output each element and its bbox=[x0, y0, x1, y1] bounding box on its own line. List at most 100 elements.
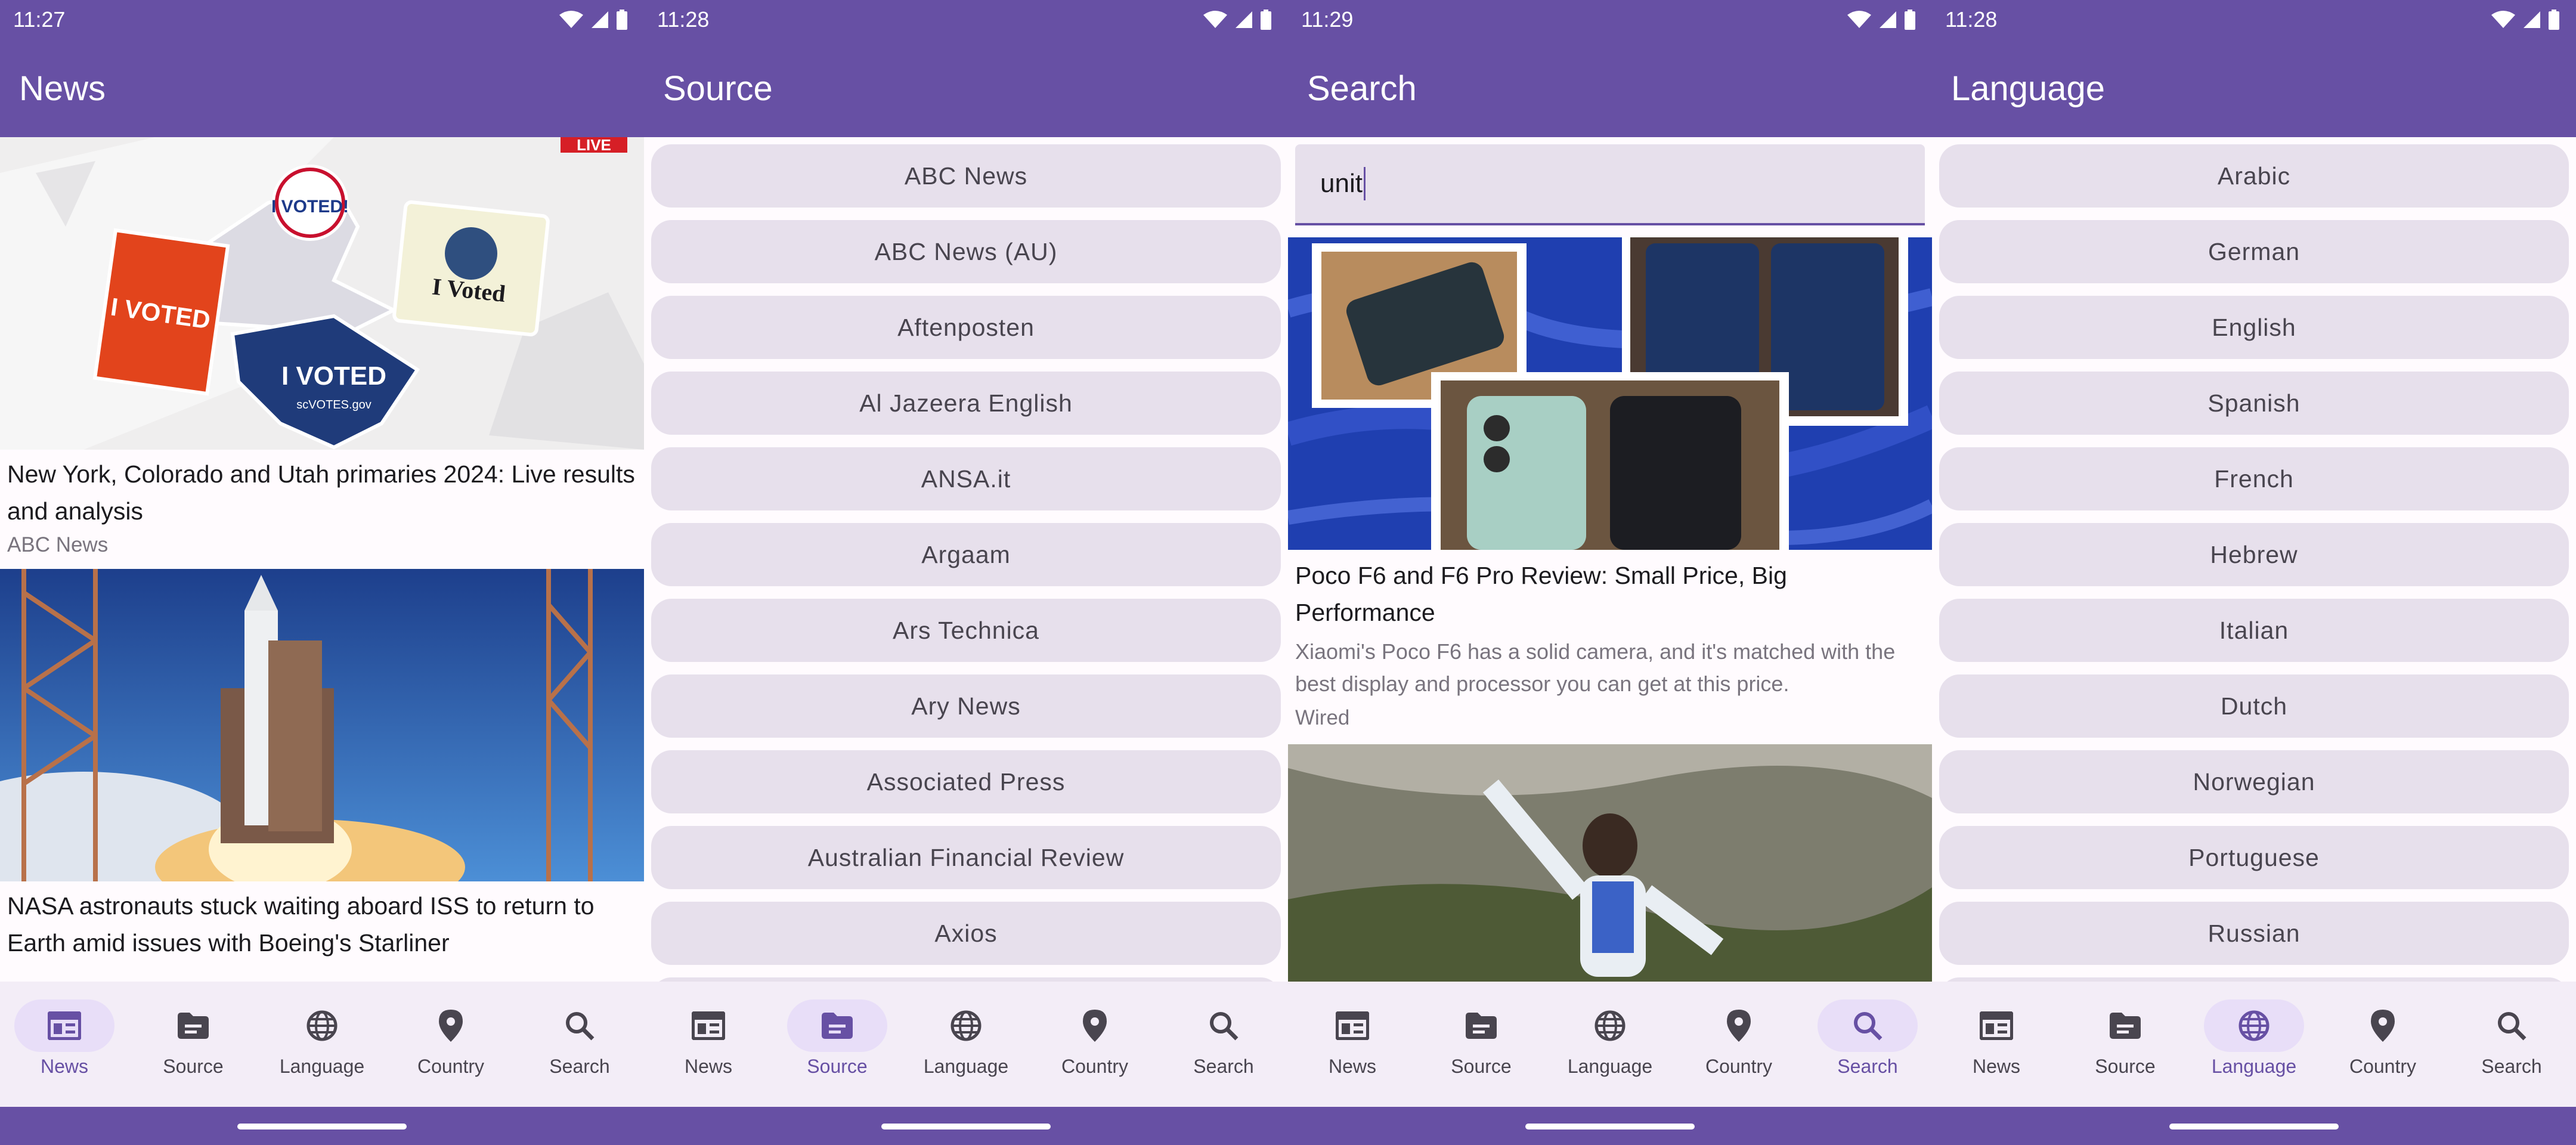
language-list[interactable]: Arabic German English Spanish French Heb… bbox=[1932, 137, 2576, 982]
folder-icon bbox=[822, 1013, 853, 1039]
globe-icon bbox=[2238, 1010, 2270, 1041]
search-input[interactable]: unit bbox=[1295, 144, 1925, 225]
news-article-card[interactable]: I VOTED! I VOTED I VOTED scVOTES.gov I V… bbox=[0, 137, 644, 557]
source-button[interactable]: Argaam bbox=[651, 523, 1281, 586]
nav-item-search[interactable]: Search bbox=[520, 999, 639, 1107]
nav-label: Source bbox=[163, 1056, 224, 1077]
home-handle[interactable] bbox=[237, 1124, 407, 1129]
article-source: ABC News bbox=[7, 533, 109, 556]
nav-item-news[interactable]: News bbox=[5, 999, 124, 1107]
language-button[interactable]: Russian bbox=[1939, 902, 2569, 965]
search-icon bbox=[1210, 1012, 1239, 1041]
home-handle[interactable] bbox=[2169, 1124, 2339, 1129]
signal-icon bbox=[1880, 11, 1896, 28]
nav-item-language[interactable]: Language bbox=[1550, 999, 1670, 1107]
source-button[interactable]: ABC News (AU) bbox=[651, 220, 1281, 283]
gesture-area bbox=[644, 1107, 1288, 1145]
source-button[interactable]: Australian Financial Review bbox=[651, 826, 1281, 889]
nav-item-source[interactable]: Source bbox=[134, 999, 253, 1107]
article-image bbox=[1288, 237, 1932, 550]
source-button[interactable]: Al Jazeera English bbox=[651, 372, 1281, 435]
source-button[interactable]: Associated Press bbox=[651, 750, 1281, 813]
source-list[interactable]: ABC News ABC News (AU) Aftenposten Al Ja… bbox=[644, 137, 1288, 982]
article-description: Xiaomi's Poco F6 has a solid camera, and… bbox=[1295, 639, 1896, 696]
search-result-card[interactable] bbox=[1288, 744, 1932, 982]
language-button[interactable]: Dutch bbox=[1939, 674, 2569, 738]
app-bar: News bbox=[0, 39, 644, 137]
language-button[interactable]: Arabic bbox=[1939, 144, 2569, 208]
source-button[interactable]: ANSA.it bbox=[651, 447, 1281, 510]
nav-item-search[interactable]: Search bbox=[1808, 999, 1927, 1107]
language-button[interactable]: German bbox=[1939, 220, 2569, 283]
bottom-navigation: News Source Language Country Search bbox=[1932, 982, 2576, 1107]
gesture-area bbox=[0, 1107, 644, 1145]
nav-label: Search bbox=[549, 1056, 610, 1077]
wifi-icon bbox=[1203, 11, 1227, 28]
language-button[interactable]: Norwegian bbox=[1939, 750, 2569, 813]
nav-label: News bbox=[1328, 1056, 1376, 1077]
language-button[interactable]: Portuguese bbox=[1939, 826, 2569, 889]
page-title: Source bbox=[663, 69, 773, 108]
nav-item-source[interactable]: Source bbox=[1422, 999, 1541, 1107]
nav-item-source[interactable]: Source bbox=[778, 999, 897, 1107]
nav-item-country[interactable]: Country bbox=[391, 999, 510, 1107]
article-title: New York, Colorado and Utah primaries 20… bbox=[7, 460, 635, 525]
nav-item-language[interactable]: Language bbox=[2194, 999, 2314, 1107]
language-button[interactable]: English bbox=[1939, 296, 2569, 359]
language-button[interactable]: Italian bbox=[1939, 599, 2569, 662]
nav-item-news[interactable]: News bbox=[1293, 999, 1412, 1107]
status-icons bbox=[1847, 10, 1915, 30]
source-button-partial[interactable] bbox=[651, 977, 1281, 982]
nav-item-search[interactable]: Search bbox=[1164, 999, 1283, 1107]
nav-label: Language bbox=[2211, 1056, 2297, 1077]
home-handle[interactable] bbox=[881, 1124, 1051, 1129]
nav-label: Country bbox=[417, 1056, 485, 1077]
search-icon bbox=[566, 1012, 595, 1041]
language-button[interactable]: French bbox=[1939, 447, 2569, 510]
source-button[interactable]: Ary News bbox=[651, 674, 1281, 738]
nav-item-news[interactable]: News bbox=[1937, 999, 2056, 1107]
nav-label: Language bbox=[923, 1056, 1009, 1077]
language-button[interactable]: Spanish bbox=[1939, 372, 2569, 435]
wifi-icon bbox=[1847, 11, 1871, 28]
nav-label: Language bbox=[1567, 1056, 1653, 1077]
nav-item-language[interactable]: Language bbox=[906, 999, 1026, 1107]
status-icons bbox=[559, 10, 627, 30]
source-button[interactable]: Ars Technica bbox=[651, 599, 1281, 662]
folder-icon bbox=[1466, 1013, 1497, 1039]
nav-item-country[interactable]: Country bbox=[1035, 999, 1154, 1107]
signal-icon bbox=[2524, 11, 2540, 28]
source-button[interactable]: ABC News bbox=[651, 144, 1281, 208]
nav-item-language[interactable]: Language bbox=[262, 999, 382, 1107]
newspaper-icon bbox=[692, 1011, 725, 1040]
globe-icon bbox=[306, 1010, 338, 1041]
newspaper-icon bbox=[1980, 1011, 2013, 1040]
search-result-card[interactable]: Poco F6 and F6 Pro Review: Small Price, … bbox=[1288, 237, 1932, 730]
signal-icon bbox=[592, 11, 608, 28]
nav-item-news[interactable]: News bbox=[649, 999, 768, 1107]
news-article-card[interactable]: NASA astronauts stuck waiting aboard ISS… bbox=[0, 569, 644, 961]
source-button[interactable]: Axios bbox=[651, 902, 1281, 965]
article-image bbox=[0, 569, 644, 881]
source-button[interactable]: Aftenposten bbox=[651, 296, 1281, 359]
nav-item-country[interactable]: Country bbox=[2323, 999, 2442, 1107]
location-pin-icon bbox=[439, 1010, 463, 1042]
bottom-navigation: News Source Language Country Search bbox=[1288, 982, 1932, 1107]
nav-label: Search bbox=[2481, 1056, 2542, 1077]
language-button-partial[interactable] bbox=[1939, 977, 2569, 982]
status-icons bbox=[1203, 10, 1271, 30]
battery-icon bbox=[2549, 10, 2559, 30]
status-time: 11:29 bbox=[1301, 7, 1354, 32]
page-title: Search bbox=[1307, 69, 1417, 108]
nav-item-search[interactable]: Search bbox=[2452, 999, 2571, 1107]
gesture-area bbox=[1932, 1107, 2576, 1145]
nav-item-country[interactable]: Country bbox=[1679, 999, 1798, 1107]
language-screen: 11:28 Language Arabic German English Spa… bbox=[1932, 0, 2576, 1145]
home-handle[interactable] bbox=[1525, 1124, 1695, 1129]
news-feed[interactable]: I VOTED! I VOTED I VOTED scVOTES.gov I V… bbox=[0, 137, 644, 982]
search-icon bbox=[2498, 1012, 2527, 1041]
nav-item-source[interactable]: Source bbox=[2066, 999, 2185, 1107]
wifi-icon bbox=[2491, 11, 2515, 28]
language-button[interactable]: Hebrew bbox=[1939, 523, 2569, 586]
nav-label: Country bbox=[1705, 1056, 1773, 1077]
